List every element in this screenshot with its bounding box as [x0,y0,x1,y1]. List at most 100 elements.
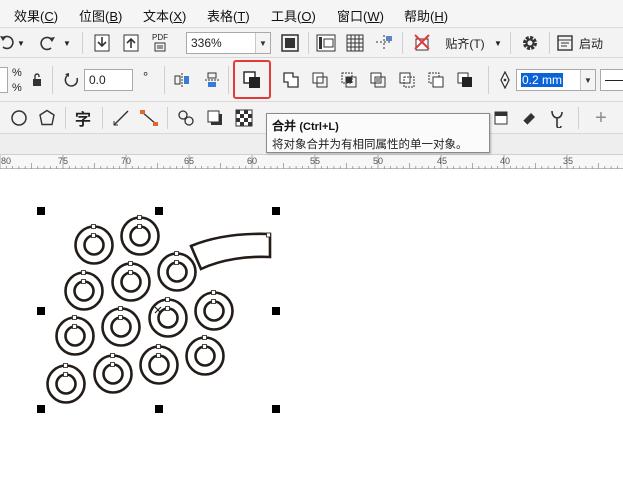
combine-icon [243,71,260,88]
back-minus-front-icon [428,72,444,88]
grape-7[interactable] [101,307,141,347]
ellipse-tool-button[interactable] [8,107,30,129]
simplify-button[interactable] [367,69,389,91]
snap-off-icon [414,34,430,51]
chevron-down-icon[interactable]: ▼ [255,33,270,53]
full-screen-preview-button[interactable] [279,32,301,54]
rotation-angle-value: 0.0 [89,73,106,87]
intersect-button[interactable] [338,69,360,91]
create-boundary-button[interactable] [454,69,476,91]
menu-bitmap[interactable]: 位图(B) [79,6,122,25]
menu-text-key: X [173,9,183,24]
import-button[interactable] [92,32,112,54]
grape-stem-shape[interactable] [189,232,272,271]
tooltip-description: 将对象合并为有相同属性的单一对象。 [272,139,468,151]
add-tool-button[interactable]: + [590,107,612,129]
redo-button[interactable] [38,33,58,53]
weld-button[interactable] [280,69,302,91]
pdf-icon [154,42,166,52]
separator [228,66,229,94]
launch-label: 启动 [579,36,604,51]
ruler-label: 60 [247,156,258,166]
menu-tools[interactable]: 工具(O) [271,6,316,25]
menu-effects-key: C [44,9,54,24]
menu-effects[interactable]: 效果(C) [14,6,58,25]
snap-off-button[interactable] [410,32,434,54]
launch-button[interactable]: 启动 [556,32,618,54]
snap-to-dropdown[interactable]: 贴齐(T) [440,33,490,53]
back-minus-front-button[interactable] [425,69,447,91]
show-grid-button[interactable] [344,32,366,54]
shadow-icon [207,110,222,125]
scale-field[interactable] [0,67,8,93]
undo-dropdown[interactable]: ▼ [16,38,26,48]
text-tool-button[interactable]: 字 [72,107,94,129]
publish-pdf-button[interactable]: PDF [149,32,171,54]
handle-top-left[interactable] [37,207,45,215]
rotation-angle-input[interactable]: 0.0 [84,69,133,91]
line-style-select[interactable] [600,69,623,91]
drop-shadow-tool-button[interactable] [204,107,226,129]
dimension-tool-button[interactable] [110,107,132,129]
options-button[interactable] [519,32,541,54]
snap-to-arrow[interactable]: ▼ [492,38,504,48]
menu-table-key: T [237,9,246,24]
menu-table[interactable]: 表格(T) [207,6,250,25]
handle-bottom-right[interactable] [272,405,280,413]
export-icon [123,34,139,52]
handle-bottom-center[interactable] [155,405,163,413]
lock-ratio-button[interactable] [30,72,44,88]
menu-window[interactable]: 窗口(W) [337,6,384,25]
menu-text[interactable]: 文本(X) [143,6,186,25]
grape-drawing[interactable] [0,169,623,482]
handle-middle-left[interactable] [37,307,45,315]
grape-6[interactable] [55,316,95,356]
eraser-tool-button[interactable] [518,107,540,129]
grape-13[interactable] [185,336,225,376]
grape-5[interactable] [157,252,197,292]
redo-dropdown[interactable]: ▼ [62,38,72,48]
handle-bottom-left[interactable] [37,405,45,413]
undo-button[interactable] [0,33,14,53]
mirror-horizontal-button[interactable] [172,69,192,91]
separator [164,66,165,94]
launch-icon [557,35,573,51]
transparency-tool-button[interactable] [233,107,255,129]
polygon-tool-button[interactable] [36,107,58,129]
polygon-icon [39,109,55,126]
handle-top-center[interactable] [155,207,163,215]
grape-12[interactable] [139,345,179,385]
trim-button[interactable] [309,69,331,91]
show-rulers-button[interactable] [314,32,338,54]
interactive-fill-button[interactable] [490,107,512,129]
outline-width-select[interactable]: 0.2 mm ▼ [516,69,596,91]
mirror-vertical-button[interactable] [202,69,222,91]
front-minus-back-button[interactable] [396,69,418,91]
blend-tool-button[interactable] [176,107,198,129]
grape-1[interactable] [74,225,114,265]
separator [308,32,309,54]
grape-8[interactable] [148,298,188,338]
ruler-scale: 80 75 70 65 60 55 50 45 40 35 [0,154,623,170]
grape-4[interactable] [111,262,151,302]
intersect-icon [341,72,357,88]
chevron-down-icon[interactable]: ▼ [580,70,595,90]
combine-button[interactable] [240,67,264,93]
grape-2[interactable] [120,216,160,256]
separator [102,107,103,129]
menu-help[interactable]: 帮助(H) [404,6,448,25]
grape-9[interactable] [194,291,234,331]
ruler-label: 80 [1,156,12,166]
zoom-level-select[interactable]: 336% ▼ [186,32,271,54]
plus-icon: + [595,106,607,129]
handle-top-right[interactable] [272,207,280,215]
connector-tool-button[interactable] [138,107,160,129]
grape-11[interactable] [93,354,133,394]
smear-tool-button[interactable] [546,107,568,129]
export-button[interactable] [121,32,141,54]
show-guidelines-button[interactable] [373,32,395,54]
drawing-canvas[interactable] [0,169,623,482]
grape-10[interactable] [46,364,86,404]
handle-middle-right[interactable] [272,307,280,315]
grape-3[interactable] [64,271,104,311]
